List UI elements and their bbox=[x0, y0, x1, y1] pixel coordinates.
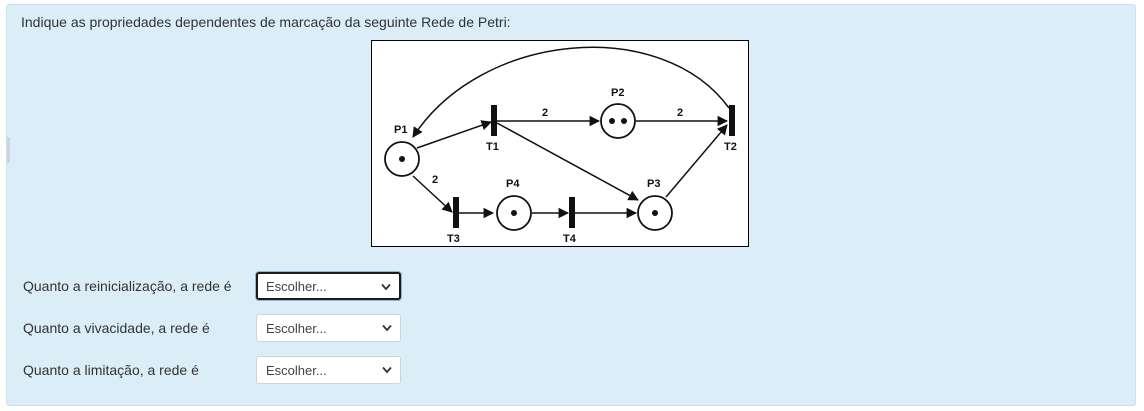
label-p1: P1 bbox=[394, 124, 407, 136]
label-p2: P2 bbox=[611, 87, 624, 99]
token bbox=[609, 118, 615, 124]
arc-p3-t2 bbox=[665, 124, 728, 198]
question-row-vivacidade: Quanto a vivacidade, a rede é Escolher..… bbox=[23, 314, 443, 342]
question-row-limitacao: Quanto a limitação, a rede é Escolher... bbox=[23, 356, 443, 384]
select-value: Escolher... bbox=[266, 362, 327, 378]
transition-t3 bbox=[453, 197, 459, 228]
arc-t2-p1 bbox=[412, 46, 730, 138]
panel-edge-marker bbox=[7, 137, 10, 163]
arc-weight: 2 bbox=[432, 174, 438, 186]
label-p3: P3 bbox=[647, 178, 660, 190]
row-label: Quanto a limitação, a rede é bbox=[23, 362, 199, 378]
select-value: Escolher... bbox=[266, 320, 327, 336]
token bbox=[399, 156, 405, 162]
limitacao-select[interactable]: Escolher... bbox=[256, 356, 401, 384]
select-value: Escolher... bbox=[266, 278, 327, 294]
token bbox=[621, 118, 627, 124]
label-p4: P4 bbox=[506, 178, 520, 190]
label-t2: T2 bbox=[724, 141, 737, 153]
chevron-down-icon bbox=[382, 366, 392, 374]
chevron-down-icon bbox=[382, 324, 392, 332]
vivacidade-select[interactable]: Escolher... bbox=[256, 314, 401, 342]
row-label: Quanto a reinicialização, a rede é bbox=[23, 278, 232, 294]
question-panel: Indique as propriedades dependentes de m… bbox=[6, 4, 1136, 406]
arc-weight: 2 bbox=[542, 107, 548, 119]
transition-t2 bbox=[729, 105, 735, 136]
token bbox=[652, 210, 658, 216]
place-p2 bbox=[600, 103, 636, 139]
petri-net-diagram: P1 P2 P3 P4 T1 T2 T3 T4 2 2 2 bbox=[371, 40, 749, 247]
token bbox=[511, 210, 517, 216]
row-label: Quanto a vivacidade, a rede é bbox=[23, 320, 210, 336]
arc-weight: 2 bbox=[677, 107, 683, 119]
label-t3: T3 bbox=[447, 233, 460, 245]
question-row-reinicializacao: Quanto a reinicialização, a rede é Escol… bbox=[23, 272, 443, 300]
label-t1: T1 bbox=[486, 141, 499, 153]
transition-t4 bbox=[569, 197, 575, 228]
arc-p1-t1 bbox=[416, 120, 492, 149]
transition-t1 bbox=[491, 105, 497, 136]
label-t4: T4 bbox=[563, 233, 577, 245]
reinicializacao-select[interactable]: Escolher... bbox=[256, 272, 401, 300]
question-prompt: Indique as propriedades dependentes de m… bbox=[21, 14, 511, 30]
chevron-down-icon bbox=[381, 283, 391, 291]
